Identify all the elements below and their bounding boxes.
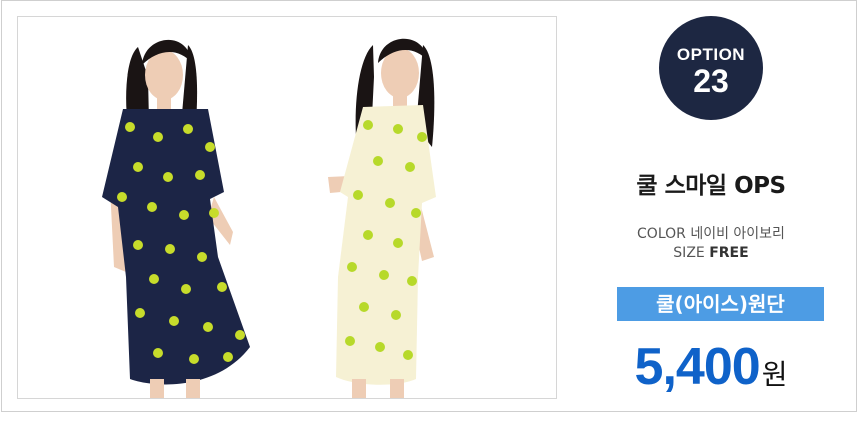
product-photo	[17, 16, 557, 399]
size-spec: SIZE FREE	[562, 245, 860, 261]
product-option-card: OPTION 23 쿨 스마일 OPS COLOR 네이비 아이보리 SIZE …	[1, 0, 857, 412]
price: 5,400원	[562, 337, 860, 397]
model-ivory-dress	[328, 38, 436, 398]
option-badge: OPTION 23	[659, 16, 763, 120]
model-navy-dress	[102, 39, 250, 398]
price-unit: 원	[761, 358, 788, 391]
color-spec: COLOR 네이비 아이보리	[562, 223, 860, 243]
price-value: 5,400	[634, 338, 761, 396]
size-label: SIZE	[673, 245, 705, 261]
product-name: 쿨 스마일 OPS	[636, 173, 786, 199]
models-illustration	[102, 38, 436, 398]
color-label: COLOR	[637, 226, 686, 242]
color-values: 네이비 아이보리	[690, 226, 785, 242]
option-number: 23	[693, 63, 729, 99]
option-label: OPTION	[676, 45, 746, 64]
size-value: FREE	[709, 245, 749, 261]
fabric-tag: 쿨(아이스)원단	[617, 287, 824, 321]
